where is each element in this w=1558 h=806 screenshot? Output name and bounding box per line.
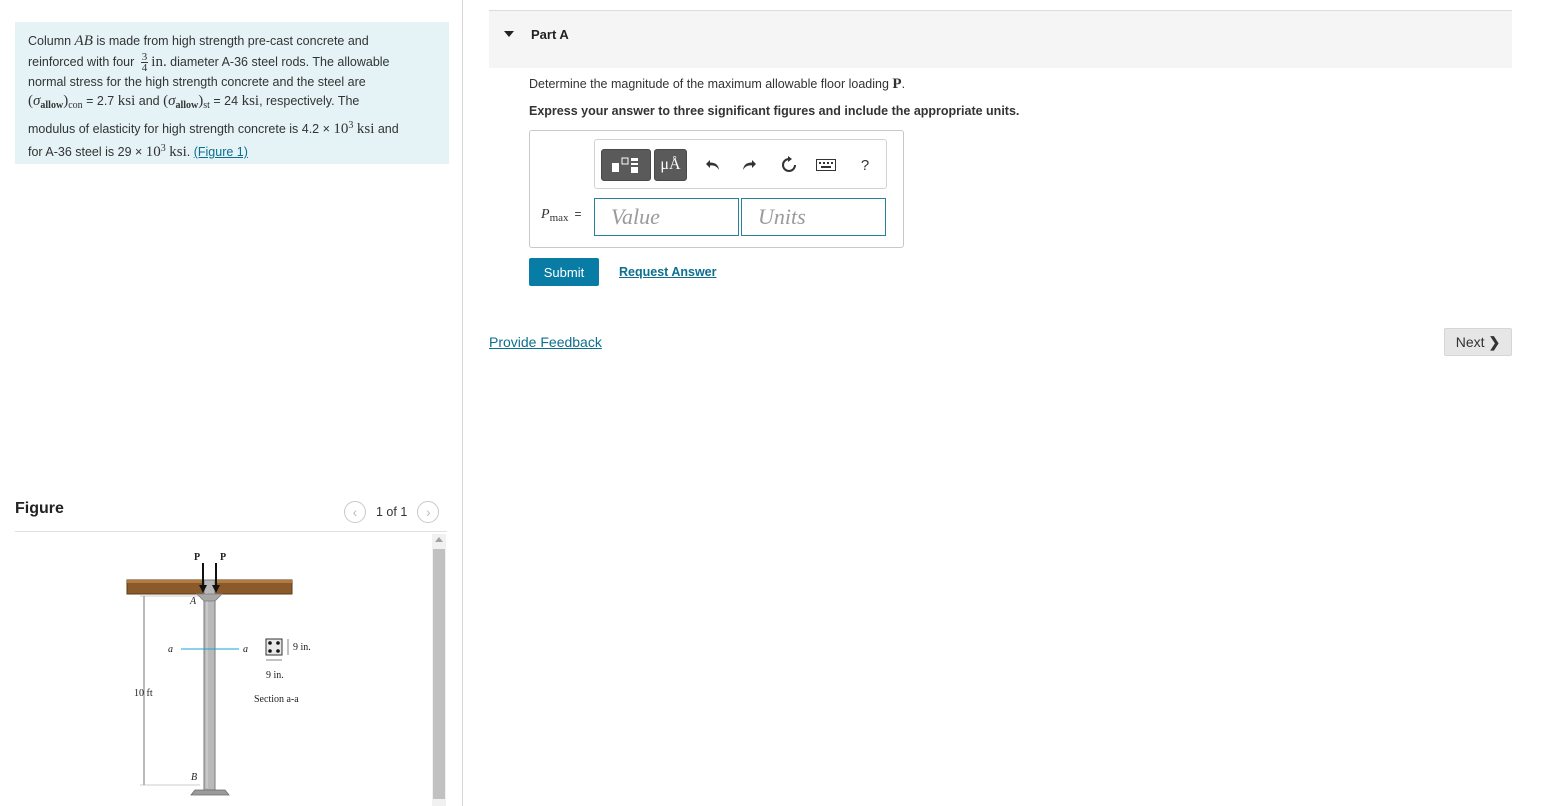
figure-pager: ‹ 1 of 1 › <box>344 500 440 524</box>
caret-down-icon[interactable] <box>504 31 514 37</box>
column-diagram: P P A a a 10 ft B 9 in. 9 in. Section a-… <box>126 552 311 796</box>
problem-statement: Column AB is made from high strength pre… <box>15 22 449 164</box>
unit-ksi: ksi <box>241 93 260 109</box>
fraction: 34 <box>140 50 149 74</box>
question-body: Determine the magnitude of the maximum a… <box>529 77 893 91</box>
sub-allow: allow <box>40 100 64 111</box>
instruction-text: Express your answer to three significant… <box>529 104 1020 118</box>
next-figure-button[interactable]: › <box>417 501 440 523</box>
rebar-dot <box>268 649 272 653</box>
unit-ksi: ksi <box>117 93 136 109</box>
answer-label: Pmax = <box>541 207 582 224</box>
next-label: Next <box>1455 334 1485 350</box>
part-title: Part A <box>531 27 569 42</box>
part-a-header[interactable]: Part A <box>489 10 1512 68</box>
label-dim-bottom: 9 in. <box>266 670 284 681</box>
problem-text: and <box>374 121 399 136</box>
problem-text: reinforced with four <box>28 54 138 69</box>
request-answer-link[interactable]: Request Answer <box>619 265 716 279</box>
question-end: . <box>901 77 906 91</box>
chevron-right-icon: ❯ <box>1488 333 1501 350</box>
problem-text: diameter A-36 steel rods. The allowable <box>166 54 390 69</box>
var-ab: AB <box>74 33 93 49</box>
answer-var: P <box>541 207 550 222</box>
problem-text: modulus of elasticity for high strength … <box>28 121 334 136</box>
prev-figure-button[interactable]: ‹ <box>344 501 366 523</box>
unit-in: in. <box>151 53 167 70</box>
label-p-right: P <box>220 552 226 563</box>
provide-feedback-link[interactable]: Provide Feedback <box>489 334 602 350</box>
fraction-denominator: 4 <box>141 61 148 74</box>
problem-text: Column <box>28 34 75 48</box>
sub-st: st <box>203 100 210 111</box>
label-p-left: P <box>194 552 200 563</box>
column-capital <box>196 593 223 602</box>
exp-base: 10 <box>333 120 349 137</box>
label-b: B <box>191 772 197 783</box>
unit-ksi: ksi <box>169 144 187 161</box>
keyboard-icon <box>816 159 836 171</box>
pane-divider <box>462 0 463 806</box>
question-text: Determine the magnitude of the maximum a… <box>529 76 905 93</box>
undo-icon <box>706 160 719 170</box>
unit-ksi: ksi <box>356 120 375 137</box>
label-a-left: a <box>168 644 173 655</box>
rebar-dot <box>268 641 272 645</box>
label-a-top: A <box>189 596 197 607</box>
chevron-left-icon: ‹ <box>352 504 358 520</box>
figure-image: P P A a a 10 ft B 9 in. 9 in. Section a-… <box>15 533 429 806</box>
stress-steel-value: = 24 <box>209 94 242 108</box>
value-input[interactable] <box>594 198 739 236</box>
fraction-numerator: 3 <box>140 50 149 63</box>
templates-button[interactable] <box>601 149 651 181</box>
rebar-dot <box>276 649 280 653</box>
figure-divider <box>15 531 447 532</box>
figure-scrollbar[interactable] <box>432 534 446 806</box>
units-button[interactable]: μÅ <box>654 149 687 181</box>
left-pane: Column AB is made from high strength pre… <box>0 0 462 806</box>
next-button[interactable]: Next ❯ <box>1444 328 1512 356</box>
reset-icon <box>782 156 796 172</box>
problem-text: is made from high strength pre-cast conc… <box>92 34 369 48</box>
problem-text: and <box>135 94 164 108</box>
scroll-up-icon[interactable] <box>435 537 443 542</box>
sub-allow: allow <box>175 100 199 111</box>
reset-button[interactable] <box>777 153 801 177</box>
undo-button[interactable] <box>701 153 725 177</box>
answer-sub: max <box>549 212 569 224</box>
chevron-right-icon: › <box>425 504 431 520</box>
problem-text: , respectively. The <box>259 94 360 108</box>
scroll-thumb[interactable] <box>433 549 445 799</box>
units-input[interactable] <box>741 198 886 236</box>
column-ab <box>203 579 216 791</box>
sub-con: con <box>68 100 83 111</box>
rebar-dot <box>276 641 280 645</box>
column-base <box>190 789 230 796</box>
submit-button[interactable]: Submit <box>529 258 599 286</box>
problem-text: normal stress for the high strength conc… <box>28 74 366 89</box>
problem-text: for A-36 steel is 29 × <box>28 145 146 160</box>
figure-link[interactable]: (Figure 1) <box>194 145 248 159</box>
question-var: P <box>892 76 902 92</box>
pager-text: 1 of 1 <box>376 505 408 519</box>
cross-section <box>265 638 283 656</box>
answer-equals: = <box>574 207 582 221</box>
stress-concrete-value: = 2.7 <box>82 94 118 108</box>
label-height: 10 ft <box>134 688 153 699</box>
redo-icon <box>743 160 756 170</box>
label-section: Section a-a <box>254 694 299 705</box>
math-toolbar: μÅ ? <box>594 139 887 189</box>
exp-base: 10 <box>145 144 161 161</box>
label-dim-side: 9 in. <box>293 642 311 653</box>
exp-power: 3 <box>348 119 354 131</box>
figure-title: Figure <box>15 500 64 517</box>
keyboard-button[interactable] <box>814 153 838 177</box>
label-a-right: a <box>243 644 248 655</box>
templates-icon <box>612 157 638 173</box>
help-button[interactable]: ? <box>853 153 877 177</box>
redo-button[interactable] <box>737 153 761 177</box>
exp-power: 3 <box>160 143 166 155</box>
answer-box: μÅ ? Pmax = <box>529 130 904 248</box>
